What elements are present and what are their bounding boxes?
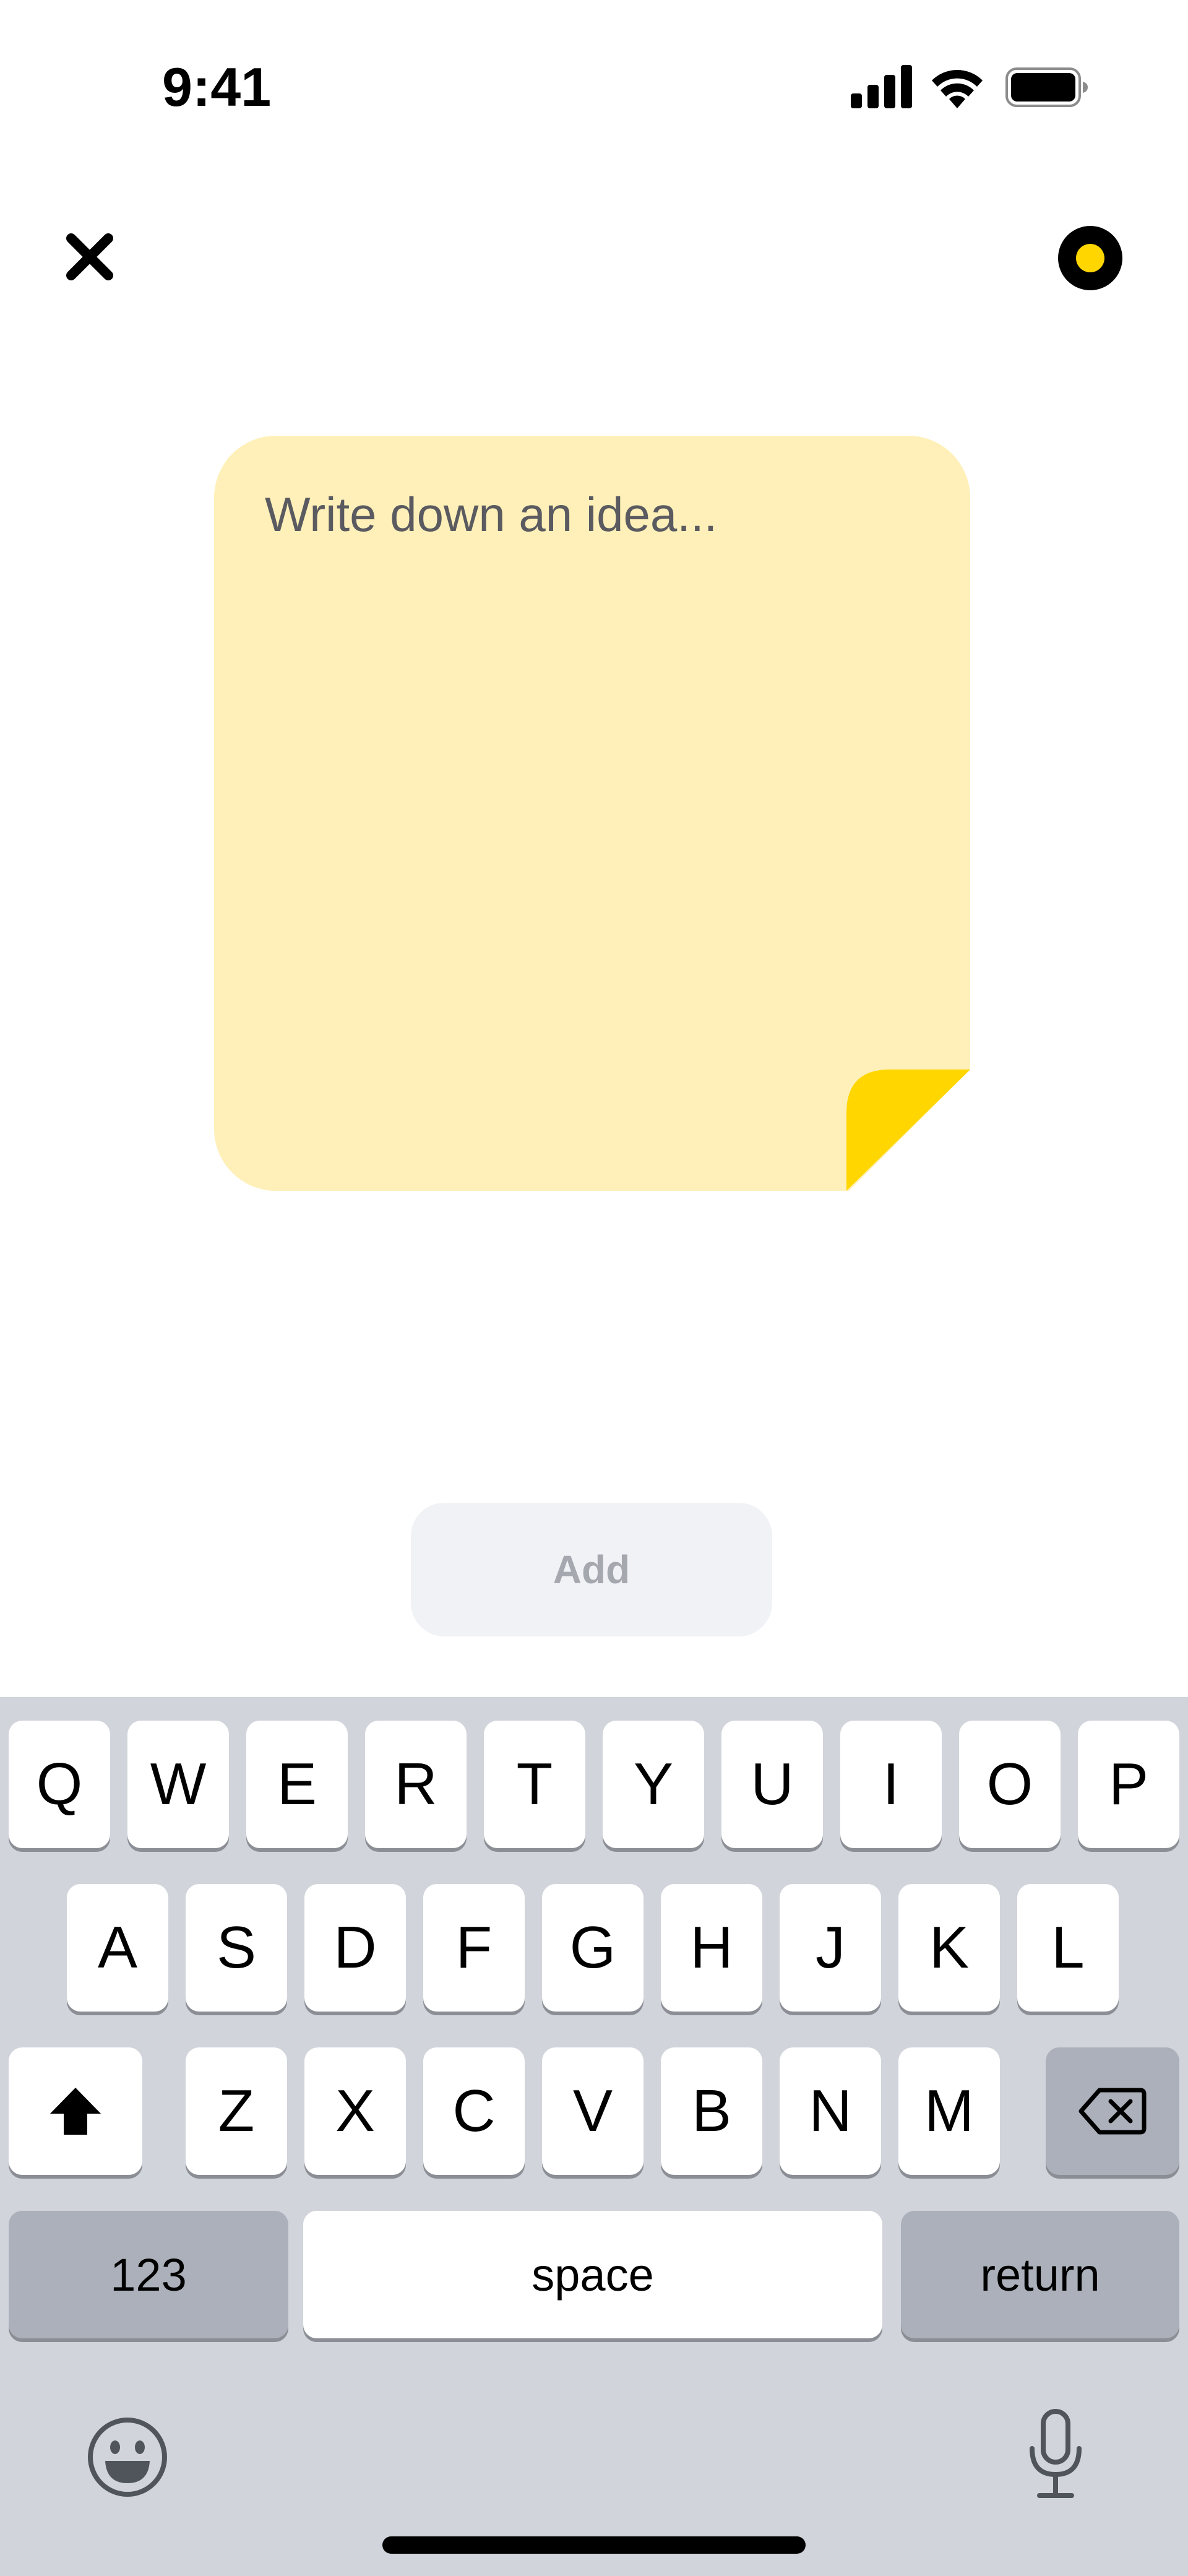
status-time: 9:41 [162, 56, 272, 118]
shift-icon [50, 2088, 101, 2135]
key-w[interactable]: W [127, 1721, 229, 1848]
idea-input[interactable] [264, 485, 923, 1045]
key-c[interactable]: C [423, 2047, 525, 2175]
key-t[interactable]: T [484, 1721, 585, 1848]
space-key[interactable]: space [303, 2211, 882, 2338]
key-m[interactable]: M [898, 2047, 1000, 2175]
key-b[interactable]: B [661, 2047, 762, 2175]
numbers-key[interactable]: 123 [9, 2211, 288, 2338]
key-q[interactable]: Q [9, 1721, 110, 1848]
wifi-icon [932, 70, 983, 108]
keyboard: Q W E R T Y U I O P A S D F G H J K L Z … [0, 1697, 1188, 2576]
key-p[interactable]: P [1078, 1721, 1179, 1848]
key-d[interactable]: D [304, 1884, 406, 2012]
microphone-icon[interactable] [1025, 2408, 1087, 2500]
key-r[interactable]: R [365, 1721, 467, 1848]
key-l[interactable]: L [1017, 1884, 1119, 2012]
shift-key[interactable] [9, 2047, 142, 2175]
key-z[interactable]: Z [186, 2047, 287, 2175]
key-i[interactable]: I [840, 1721, 942, 1848]
key-x[interactable]: X [304, 2047, 406, 2175]
home-indicator [382, 2536, 806, 2554]
key-u[interactable]: U [721, 1721, 823, 1848]
key-e[interactable]: E [246, 1721, 348, 1848]
color-picker-button[interactable] [1058, 226, 1122, 290]
key-s[interactable]: S [186, 1884, 287, 2012]
key-f[interactable]: F [423, 1884, 525, 2012]
cellular-signal-icon [851, 65, 912, 108]
key-o[interactable]: O [959, 1721, 1061, 1848]
key-a[interactable]: A [67, 1884, 168, 2012]
key-h[interactable]: H [661, 1884, 762, 2012]
backspace-icon [1078, 2088, 1147, 2135]
key-y[interactable]: Y [603, 1721, 704, 1848]
key-k[interactable]: K [898, 1884, 1000, 2012]
key-n[interactable]: N [780, 2047, 881, 2175]
return-key[interactable]: return [901, 2211, 1179, 2338]
add-button[interactable]: Add [411, 1503, 772, 1636]
close-button[interactable] [62, 229, 118, 285]
close-icon [66, 233, 113, 280]
emoji-icon[interactable] [87, 2416, 168, 2498]
key-j[interactable]: J [780, 1884, 881, 2012]
page-curl-icon [846, 1070, 970, 1191]
battery-icon [1005, 67, 1088, 107]
new-idea-screen: 9:41 Add Q W E R T Y [0, 0, 1188, 2576]
key-v[interactable]: V [542, 2047, 644, 2175]
delete-key[interactable] [1046, 2047, 1179, 2175]
color-dot-icon [1076, 244, 1104, 272]
key-g[interactable]: G [542, 1884, 644, 2012]
